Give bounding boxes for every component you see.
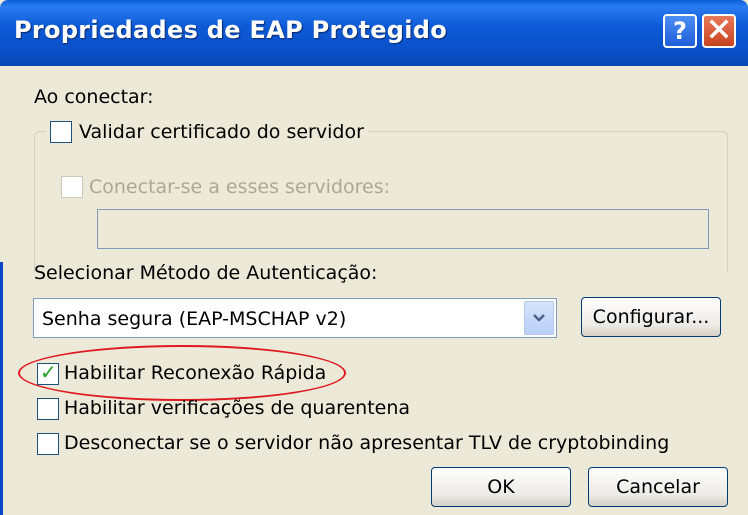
title-bar[interactable]: Propriedades de EAP Protegido ? [0,0,748,66]
validate-group [34,131,728,272]
ok-button[interactable]: OK [431,467,571,507]
fast-reconnect-label[interactable]: Habilitar Reconexão Rápida [64,362,326,384]
close-icon [709,19,729,44]
ok-label: OK [487,476,515,498]
auth-method-select[interactable]: Senha segura (EAP-MSCHAP v2) [33,298,557,338]
help-icon: ? [673,17,687,45]
cryptobinding-checkbox[interactable] [37,433,59,455]
cryptobinding-label[interactable]: Desconectar se o servidor não apresentar… [64,432,669,454]
configure-button[interactable]: Configurar... [581,297,721,337]
quarantine-checkbox[interactable] [37,398,59,420]
cancel-button[interactable]: Cancelar [588,467,728,507]
validate-cert-checkbox[interactable] [50,121,72,143]
connect-heading: Ao conectar: [34,86,154,108]
auth-method-value: Senha segura (EAP-MSCHAP v2) [42,308,347,330]
quarantine-label[interactable]: Habilitar verificações de quarentena [64,397,410,419]
servers-input[interactable] [97,209,709,249]
help-button[interactable]: ? [663,14,697,48]
cancel-label: Cancelar [616,476,700,498]
chevron-down-icon[interactable] [524,301,554,335]
connect-servers-label[interactable]: Conectar-se a esses servidores: [89,176,390,198]
auth-heading: Selecionar Método de Autenticação: [34,262,378,284]
validate-cert-label[interactable]: Validar certificado do servidor [79,121,364,143]
checkmark-icon: ✓ [40,360,57,384]
configure-label: Configurar... [592,306,710,328]
connect-servers-checkbox[interactable] [61,176,83,198]
window-title: Propriedades de EAP Protegido [14,16,448,44]
fast-reconnect-checkbox[interactable]: ✓ [37,360,59,385]
close-button[interactable] [702,14,736,48]
window-border [0,262,3,515]
